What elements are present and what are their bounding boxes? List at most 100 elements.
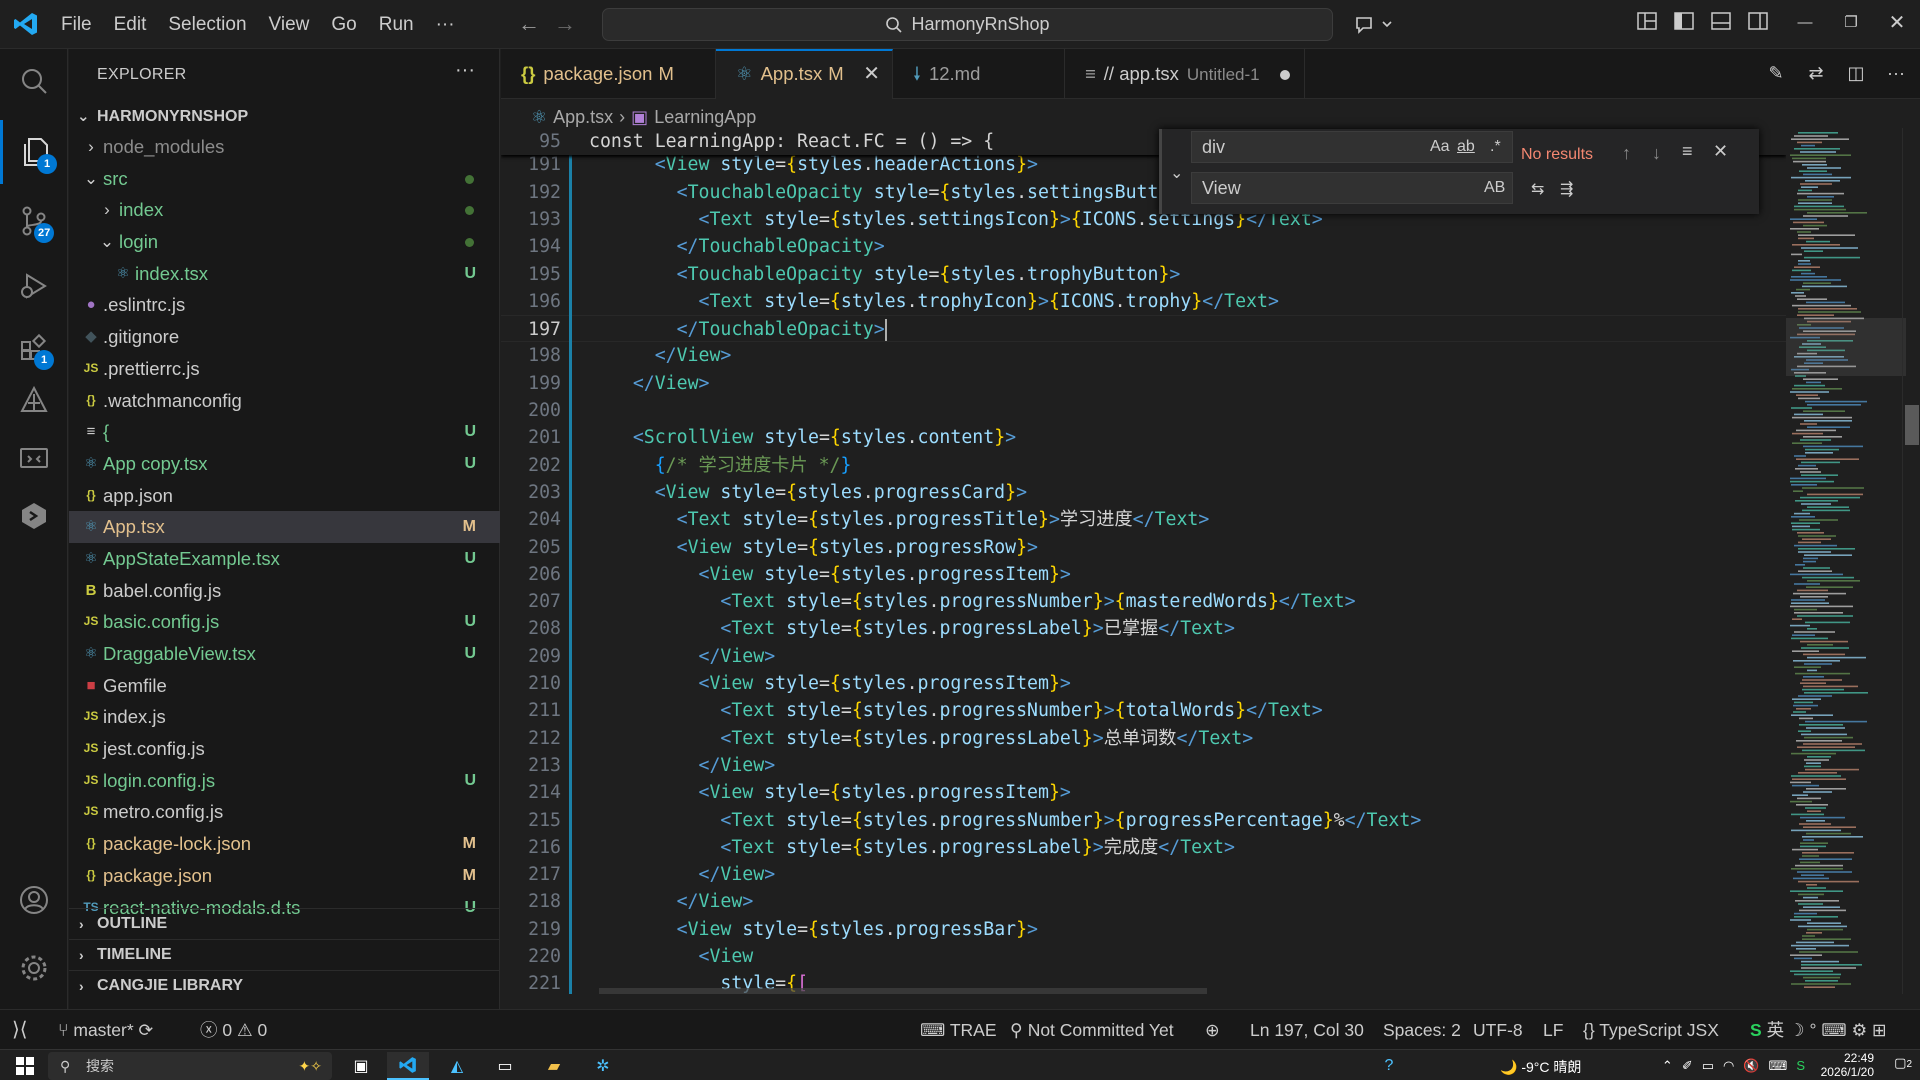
code-line[interactable]: 218 </View> bbox=[501, 888, 1786, 915]
file-item[interactable]: Bbabel.config.js bbox=[69, 575, 500, 607]
code-line[interactable]: 195 <TouchableOpacity style={styles.trop… bbox=[501, 261, 1786, 288]
file-item[interactable]: JS metro.config.js bbox=[69, 796, 500, 828]
command-center-search[interactable]: HarmonyRnShop bbox=[602, 8, 1333, 41]
task-view-icon[interactable]: ▣ bbox=[340, 1052, 382, 1080]
scrollbar-thumb[interactable] bbox=[1905, 405, 1919, 445]
code-line[interactable]: 209 </View> bbox=[501, 643, 1786, 670]
section-outline[interactable]: › OUTLINE bbox=[69, 908, 500, 938]
toggle-secondary-sidebar-icon[interactable] bbox=[1747, 10, 1775, 38]
toggle-replace-chevron-icon[interactable]: ⌄ bbox=[1170, 163, 1183, 183]
file-item[interactable]: ◆ .gitignore bbox=[69, 321, 500, 353]
cursor-position[interactable]: Ln 197, Col 30 bbox=[1250, 1010, 1364, 1050]
menu-run[interactable]: Run bbox=[368, 0, 425, 49]
breadcrumb-symbol[interactable]: LearningApp bbox=[654, 107, 756, 128]
code-line[interactable]: 207 <Text style={styles.progressNumber}>… bbox=[501, 588, 1786, 615]
encoding[interactable]: UTF-8 bbox=[1473, 1010, 1523, 1050]
code-line[interactable]: 204 <Text style={styles.progressTitle}>学… bbox=[501, 506, 1786, 533]
language-mode[interactable]: {} TypeScript JSX bbox=[1583, 1010, 1719, 1050]
tab-12-md[interactable]: 🠗 12.md bbox=[893, 49, 1065, 99]
code-line[interactable]: 205 <View style={styles.progressRow}> bbox=[501, 534, 1786, 561]
restore-icon[interactable]: ❐ bbox=[1828, 0, 1874, 49]
section-timeline[interactable]: › TIMELINE bbox=[69, 939, 500, 969]
activity-remote-explorer[interactable] bbox=[0, 427, 68, 491]
file-item[interactable]: ■ Gemfile bbox=[69, 670, 500, 702]
tab-app-tsx[interactable]: ⚛ App.tsx M ✕ bbox=[716, 49, 893, 99]
find-in-selection-icon[interactable]: ≡ bbox=[1682, 141, 1693, 162]
copilot-chat-icon[interactable] bbox=[1352, 10, 1396, 40]
code-line[interactable]: 213 </View> bbox=[501, 752, 1786, 779]
menu-edit[interactable]: Edit bbox=[103, 0, 158, 49]
file-item[interactable]: ⚛ AppStateExample.tsx U bbox=[69, 543, 500, 575]
taskbar-deveco-icon[interactable]: ◭ bbox=[436, 1052, 478, 1080]
taskbar-terminal-icon[interactable]: ▭ bbox=[484, 1052, 526, 1080]
taskbar-vscode-icon[interactable] bbox=[387, 1052, 429, 1080]
code-line[interactable]: 206 <View style={styles.progressItem}> bbox=[501, 561, 1786, 588]
file-item[interactable]: ⚛ index.tsx U bbox=[69, 258, 500, 290]
file-item[interactable]: {} package.json M bbox=[69, 860, 500, 892]
code-line[interactable]: 212 <Text style={styles.progressLabel}>总… bbox=[501, 725, 1786, 752]
code-line[interactable]: 215 <Text style={styles.progressNumber}>… bbox=[501, 807, 1786, 834]
menu-file[interactable]: File bbox=[50, 0, 103, 49]
file-item[interactable]: {} .watchmanconfig bbox=[69, 385, 500, 417]
close-tab-icon[interactable]: ✕ bbox=[863, 51, 880, 97]
sogou-tray-icon[interactable]: S bbox=[1796, 1058, 1805, 1073]
code-line[interactable]: 219 <View style={styles.progressBar}> bbox=[501, 916, 1786, 943]
file-item[interactable]: JS login.config.js U bbox=[69, 765, 500, 797]
activity-source-control[interactable]: 27 bbox=[0, 189, 68, 253]
breadcrumb-file[interactable]: App.tsx bbox=[553, 107, 613, 128]
code-line[interactable]: 194 </TouchableOpacity> bbox=[501, 233, 1786, 260]
code-line[interactable]: 220 <View bbox=[501, 943, 1786, 970]
taskbar-app-icon[interactable]: ✲ bbox=[582, 1052, 624, 1080]
vertical-scrollbar[interactable] bbox=[1902, 128, 1920, 994]
code-line[interactable]: 211 <Text style={styles.progressNumber}>… bbox=[501, 697, 1786, 724]
close-find-icon[interactable]: ✕ bbox=[1713, 141, 1728, 162]
battery-icon[interactable]: ▭ bbox=[1702, 1058, 1714, 1074]
ime-tray-icon[interactable]: ⌨ bbox=[1769, 1058, 1788, 1074]
folder-item[interactable]: ⌄ src bbox=[69, 163, 500, 195]
ime-indicator[interactable]: S 英 ☽ ° ⌨ ⚙ ⊞ bbox=[1750, 1010, 1887, 1050]
line-ending[interactable]: LF bbox=[1543, 1010, 1563, 1050]
minimap[interactable] bbox=[1786, 128, 1906, 994]
folder-item[interactable]: › node_modules bbox=[69, 131, 500, 163]
git-blame-status[interactable]: ⚲ Not Committed Yet bbox=[1010, 1010, 1174, 1050]
file-item[interactable]: ⚛ DraggableView.tsx U bbox=[69, 638, 500, 670]
wifi-icon[interactable]: ◠ bbox=[1723, 1058, 1734, 1074]
taskbar-file-explorer-icon[interactable]: ▰ bbox=[533, 1052, 575, 1080]
file-item[interactable]: JS jest.config.js bbox=[69, 733, 500, 765]
file-item[interactable]: JS index.js bbox=[69, 701, 500, 733]
file-item[interactable]: ⚛ App.tsx M bbox=[69, 511, 500, 543]
file-item[interactable]: ≡ {U bbox=[69, 416, 500, 448]
indentation[interactable]: Spaces: 2 bbox=[1383, 1010, 1461, 1050]
taskbar-search[interactable]: ⚲ 搜索 ✦✧ bbox=[48, 1052, 332, 1080]
tab-untitled-1[interactable]: ≡ // app.tsx Untitled-1 bbox=[1065, 49, 1305, 99]
trae-status[interactable]: ⌨ TRAE bbox=[920, 1010, 997, 1050]
code-line[interactable]: 214 <View style={styles.progressItem}> bbox=[501, 779, 1786, 806]
edit-pencil-icon[interactable]: ✎ bbox=[1762, 59, 1790, 87]
code-line[interactable]: 200 bbox=[501, 397, 1786, 424]
file-item[interactable]: {} app.json bbox=[69, 480, 500, 512]
toggle-panel-icon[interactable] bbox=[1710, 10, 1738, 38]
file-item[interactable]: JS basic.config.js U bbox=[69, 606, 500, 638]
file-item[interactable]: ● .eslintrc.js bbox=[69, 289, 500, 321]
forward-arrow-icon[interactable]: → bbox=[554, 12, 576, 36]
notification-center[interactable]: ▢2 bbox=[1894, 1055, 1912, 1071]
back-arrow-icon[interactable]: ← bbox=[518, 12, 540, 36]
activity-explorer[interactable]: 1 bbox=[0, 120, 68, 184]
activity-search[interactable] bbox=[0, 49, 68, 113]
customize-layout-icon[interactable] bbox=[1636, 10, 1664, 38]
preserve-case-icon[interactable]: AB bbox=[1484, 173, 1505, 203]
regex-icon[interactable]: .* bbox=[1490, 132, 1501, 162]
replace-one-icon[interactable]: ⇆ bbox=[1531, 179, 1544, 199]
menu-view[interactable]: View bbox=[258, 0, 321, 49]
close-window-icon[interactable]: ✕ bbox=[1874, 0, 1920, 49]
windows-start-icon[interactable] bbox=[4, 1052, 46, 1080]
more-actions-icon[interactable]: ··· bbox=[1882, 59, 1910, 87]
remote-indicator-icon[interactable]: ⟩⟨ bbox=[12, 1010, 28, 1050]
tray-app-icon[interactable]: ✐ bbox=[1682, 1058, 1693, 1074]
code-line[interactable]: 216 <Text style={styles.progressLabel}>完… bbox=[501, 834, 1786, 861]
workspace-root-folder[interactable]: ⌄ HARMONYRNSHOP bbox=[69, 104, 500, 130]
taskbar-clock[interactable]: 22:49 2026/1/20 bbox=[1821, 1051, 1874, 1079]
split-editor-icon[interactable]: ◫ bbox=[1842, 59, 1870, 87]
file-item[interactable]: ⚛ App copy.tsx U bbox=[69, 448, 500, 480]
activity-settings[interactable] bbox=[0, 936, 68, 1000]
